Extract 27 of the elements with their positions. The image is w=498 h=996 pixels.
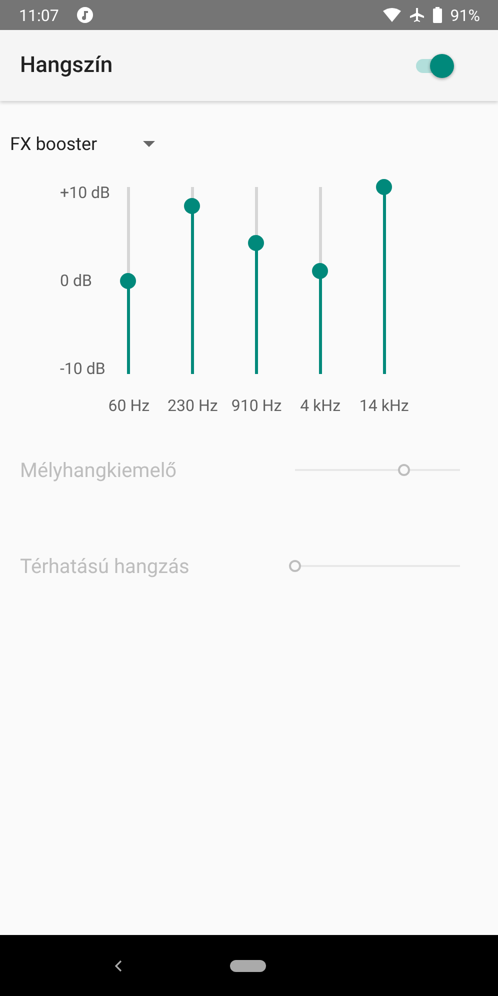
slider-thumb[interactable] [184,198,200,214]
battery-percentage: 91% [450,6,480,24]
back-icon[interactable] [114,960,122,972]
caret-icon [143,141,156,147]
slider-thumb[interactable] [376,179,392,195]
frequency-label: 910 Hz [231,396,282,415]
home-pill[interactable] [230,960,266,972]
toggle-switch[interactable] [414,52,454,78]
music-note-icon [76,7,93,23]
axis-label: 0 dB [60,271,93,291]
airplane-icon [409,7,426,23]
preset-dropdown[interactable]: FX booster [10,131,156,157]
slider-thumb[interactable] [248,235,264,252]
clock: 11:07 [19,6,59,24]
axis-label: +10 dB [60,183,112,203]
effect-label: Mélyhangkiemelő [20,458,177,482]
battery-icon [433,7,442,23]
frequency-label: 14 kHz [359,396,409,415]
slider-thumb[interactable] [120,272,136,288]
axis-label: -10 dB [60,359,106,379]
frequency-label: 60 Hz [108,396,150,415]
wifi-icon [383,8,402,22]
frequency-label: 4 kHz [300,396,340,415]
effect-label: Térhatású hangzás [20,554,190,578]
screen-title: Hangszín [20,53,113,78]
frequency-label: 230 Hz [168,396,218,415]
slider-thumb[interactable] [312,263,328,280]
